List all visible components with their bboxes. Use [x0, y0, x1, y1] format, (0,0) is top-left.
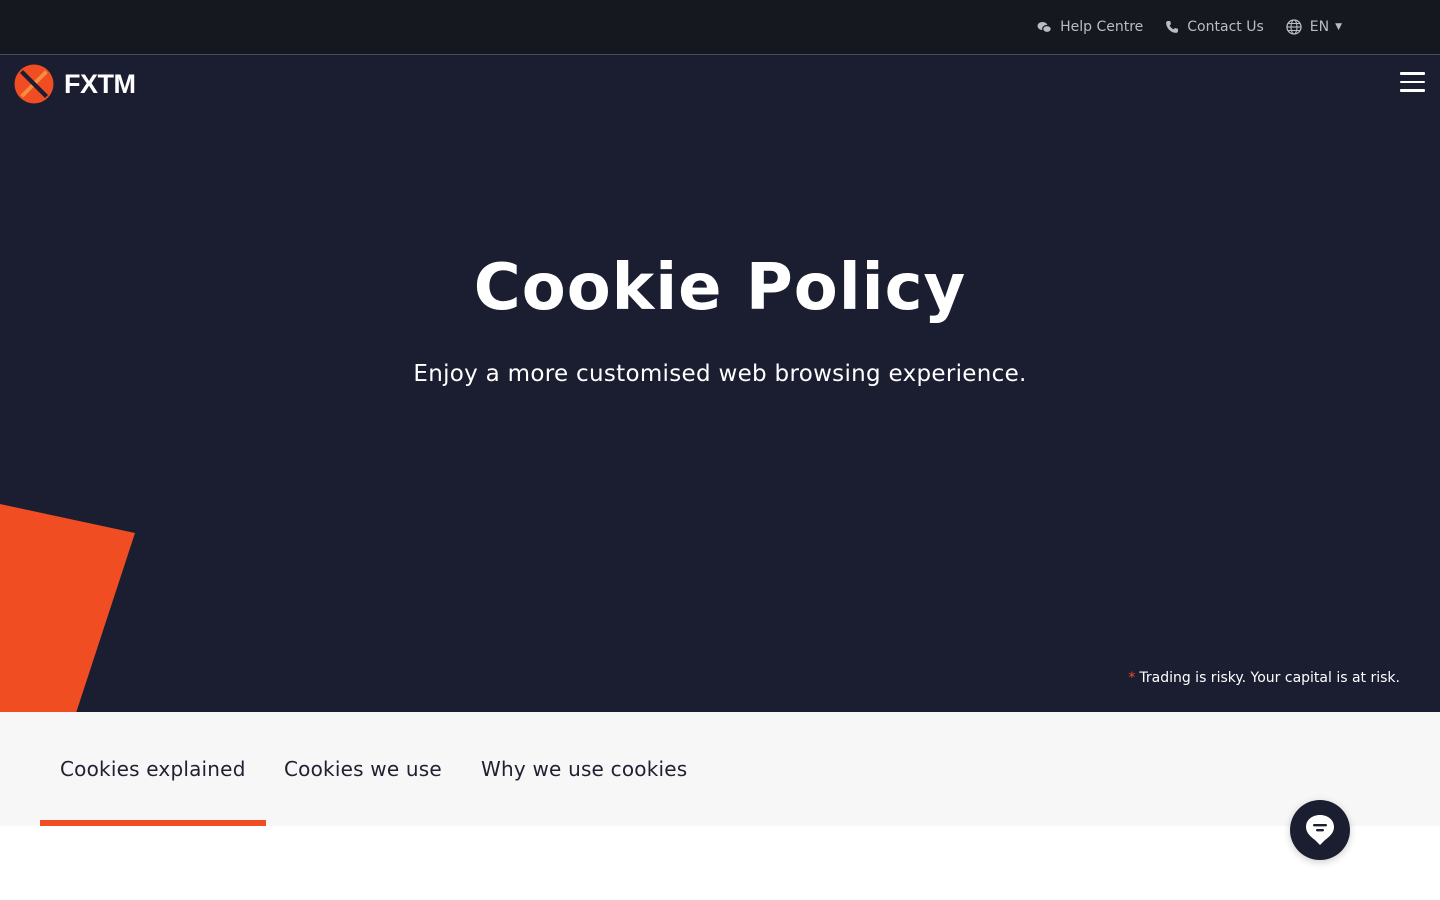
tab-label: Cookies we use — [284, 757, 442, 781]
contact-us-label: Contact Us — [1187, 19, 1264, 35]
tab-cookies-explained[interactable]: Cookies explained — [40, 712, 266, 826]
chat-bubbles-icon — [1037, 21, 1052, 33]
page-title: Cookie Policy — [473, 251, 967, 325]
help-centre-label: Help Centre — [1060, 19, 1144, 35]
hamburger-icon-line-bottom — [1400, 89, 1425, 92]
tab-cookies-we-use[interactable]: Cookies we use — [264, 712, 462, 826]
tab-label: Cookies explained — [60, 757, 246, 781]
hamburger-icon-line-middle — [1400, 80, 1425, 83]
help-centre-link[interactable]: Help Centre — [1037, 19, 1143, 35]
globe-icon — [1286, 19, 1302, 35]
risk-warning-text: Trading is risky. Your capital is at ris… — [1139, 670, 1400, 686]
risk-warning: * Trading is risky. Your capital is at ri… — [1128, 670, 1400, 686]
language-selector[interactable]: EN ▼ — [1286, 19, 1342, 35]
top-utility-bar: Help Centre Contact Us EN ▼ — [0, 0, 1440, 55]
section-tabs: Cookies explained Cookies we use Why we … — [0, 712, 1440, 826]
tab-why-we-use-cookies[interactable]: Why we use cookies — [461, 712, 707, 826]
contact-us-link[interactable]: Contact Us — [1165, 19, 1264, 35]
hero-section: FXTM Cookie Policy Enjoy a more customis… — [0, 55, 1440, 712]
chevron-down-icon: ▼ — [1335, 22, 1342, 32]
chat-support-icon — [1306, 815, 1334, 845]
tab-label: Why we use cookies — [481, 757, 688, 781]
fxtm-logo[interactable]: FXTM — [14, 64, 136, 104]
chat-support-button[interactable] — [1290, 800, 1350, 860]
page-subtitle: Enjoy a more customised web browsing exp… — [413, 361, 1027, 387]
hamburger-icon — [1400, 72, 1425, 75]
risk-asterisk: * — [1128, 670, 1136, 686]
logo-text: FXTM — [64, 68, 136, 99]
top-utility-links: Help Centre Contact Us EN ▼ — [1037, 0, 1342, 54]
language-label: EN — [1309, 19, 1330, 35]
decorative-orange-shape — [0, 504, 135, 712]
fxtm-logo-icon — [14, 64, 54, 104]
phone-icon — [1166, 21, 1179, 33]
menu-button[interactable] — [1400, 72, 1426, 92]
